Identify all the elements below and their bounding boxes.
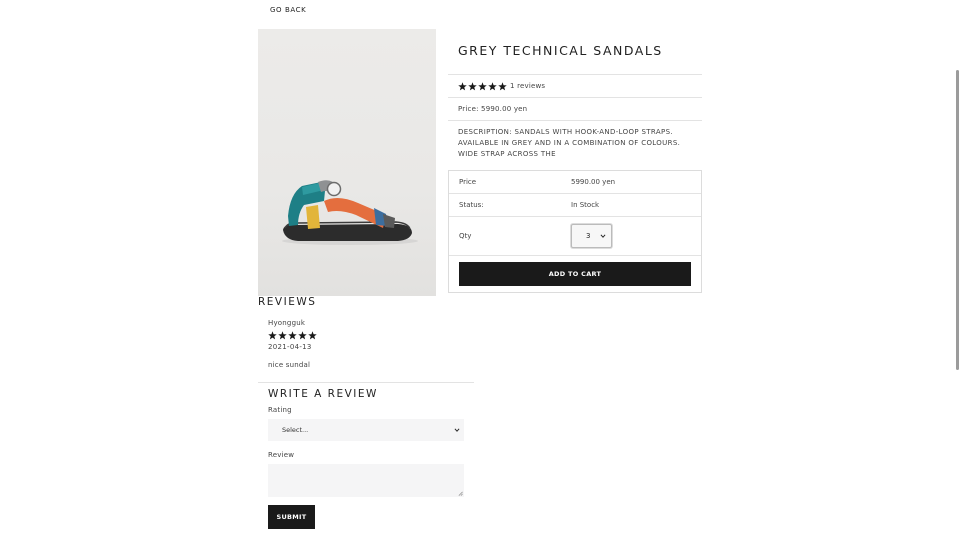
product-price: Price: 5990.00 yen bbox=[448, 98, 702, 121]
review-textarea[interactable] bbox=[268, 464, 464, 497]
review-item: Hyongguk 2021-04-13 nice sundal bbox=[268, 319, 317, 369]
product-image bbox=[258, 29, 436, 296]
cart-qty-label: Qty bbox=[459, 232, 472, 240]
cart-status-value: In Stock bbox=[571, 201, 600, 209]
star-icon bbox=[278, 331, 287, 340]
rating-label: Rating bbox=[268, 406, 292, 414]
go-back-link[interactable]: GO BACK bbox=[264, 4, 312, 16]
review-author: Hyongguk bbox=[268, 319, 306, 327]
cart-price-value: 5990.00 yen bbox=[571, 178, 616, 186]
star-icon bbox=[478, 81, 487, 91]
chevron-down-icon bbox=[454, 428, 460, 432]
cart-price-row: Price 5990.00 yen bbox=[449, 171, 701, 194]
reviews-count: 1 reviews bbox=[510, 82, 546, 90]
section-divider bbox=[258, 382, 474, 383]
add-to-cart-button[interactable]: ADD TO CART bbox=[459, 262, 691, 286]
product-rating-stars bbox=[458, 81, 507, 91]
review-date: 2021-04-13 bbox=[268, 343, 312, 351]
page-scrollbar[interactable] bbox=[956, 70, 959, 370]
resize-grip-icon[interactable] bbox=[458, 491, 463, 496]
qty-select-value: 3 bbox=[586, 232, 591, 240]
star-icon bbox=[298, 331, 307, 340]
cart-panel: Price 5990.00 yen Status: In Stock Qty 3… bbox=[448, 170, 702, 293]
cart-price-label: Price bbox=[459, 178, 477, 186]
product-rating: 1 reviews bbox=[448, 75, 702, 98]
qty-select[interactable]: 3 bbox=[571, 224, 612, 248]
star-icon bbox=[268, 331, 277, 340]
cart-qty-row: Qty 3 bbox=[449, 217, 701, 256]
sandal-product-image bbox=[282, 180, 418, 245]
reviews-heading: REVIEWS bbox=[258, 296, 317, 308]
rating-select-value: Select... bbox=[282, 426, 309, 434]
product-title: GREY TECHNICAL SANDALS bbox=[448, 29, 702, 75]
chevron-down-icon bbox=[600, 234, 606, 238]
star-icon bbox=[458, 81, 467, 91]
review-label: Review bbox=[268, 451, 295, 459]
review-comment: nice sundal bbox=[268, 361, 311, 369]
star-icon bbox=[498, 81, 507, 91]
star-icon bbox=[308, 331, 317, 340]
cart-status-label: Status: bbox=[459, 201, 484, 209]
star-icon bbox=[288, 331, 297, 340]
submit-review-button[interactable]: SUBMIT bbox=[268, 505, 315, 529]
review-rating-stars bbox=[268, 331, 317, 340]
star-icon bbox=[488, 81, 497, 91]
product-description: description: SANDALS WITH HOOK-AND-LOOP … bbox=[458, 128, 681, 158]
cart-status-row: Status: In Stock bbox=[449, 194, 701, 217]
product-info: GREY TECHNICAL SANDALS 1 reviews Price: … bbox=[448, 29, 702, 160]
rating-select[interactable]: Select... bbox=[268, 419, 464, 441]
write-review-heading: WRITE A REVIEW bbox=[268, 388, 378, 400]
star-icon bbox=[468, 81, 477, 91]
